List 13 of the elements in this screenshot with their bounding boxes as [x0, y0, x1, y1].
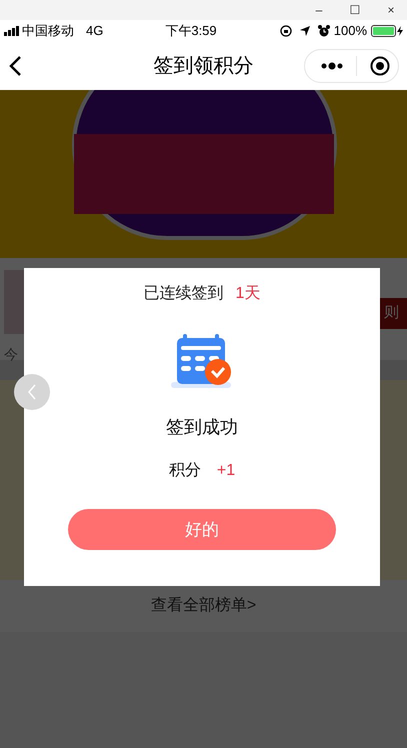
- points-value: +1: [216, 461, 236, 481]
- maximize-button[interactable]: ☐: [347, 4, 363, 16]
- network-label: 4G: [86, 22, 104, 40]
- success-message: 签到成功: [166, 416, 238, 439]
- battery-percent: 100%: [334, 22, 367, 40]
- page-title: 签到领积分: [154, 54, 254, 79]
- clock-time: 下午3:59: [165, 22, 217, 40]
- streak-days: 1天: [236, 282, 260, 306]
- close-button[interactable]: ×: [383, 4, 399, 16]
- minimize-button[interactable]: –: [311, 4, 327, 16]
- points-label: 积分: [168, 461, 201, 481]
- carrier-label: 中国移动: [22, 22, 74, 40]
- streak-label: 已连续签到: [144, 284, 224, 304]
